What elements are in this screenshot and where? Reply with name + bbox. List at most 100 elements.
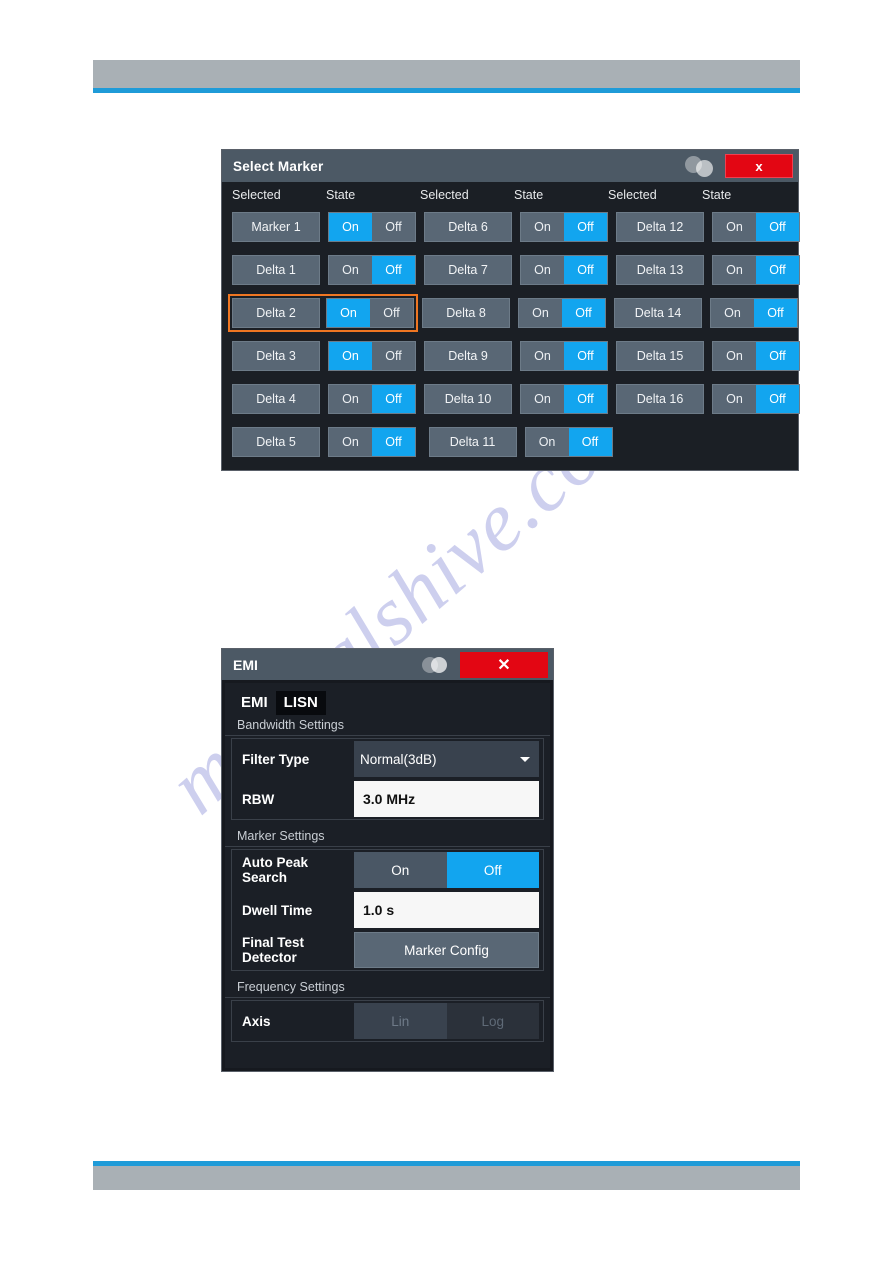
marker-select-button[interactable]: Delta 9 bbox=[424, 341, 512, 371]
close-button[interactable]: x bbox=[725, 154, 793, 178]
settings-row-label: RBW bbox=[242, 791, 275, 807]
marker-state-off-button[interactable]: Off bbox=[756, 213, 799, 241]
marker-state-on-button[interactable]: On bbox=[327, 299, 370, 327]
marker-select-button[interactable]: Delta 14 bbox=[614, 298, 702, 328]
marker-cell-group: Delta 16 On Off bbox=[612, 380, 804, 418]
value-input[interactable]: 1.0 s bbox=[354, 892, 539, 928]
marker-state-on-button[interactable]: On bbox=[329, 342, 372, 370]
marker-rows: Marker 1 On Off Delta 6 On Off Delta 12 On Off De… bbox=[228, 208, 800, 461]
marker-state-on-button[interactable]: On bbox=[521, 256, 564, 284]
settings-row-field: 1.0 s bbox=[354, 892, 539, 928]
marker-state-on-button[interactable]: On bbox=[329, 213, 372, 241]
marker-row: Delta 4 On Off Delta 10 On Off Delta 16 On Off bbox=[228, 380, 800, 418]
marker-state-off-button[interactable]: Off bbox=[370, 299, 413, 327]
section-label: Frequency Settings bbox=[225, 977, 550, 998]
marker-cell-group: Delta 13 On Off bbox=[612, 251, 804, 289]
marker-select-button[interactable]: Delta 8 bbox=[422, 298, 510, 328]
overlapping-circles-icon[interactable] bbox=[685, 155, 719, 177]
settings-row: Axis Lin Log bbox=[232, 1001, 543, 1041]
marker-state-off-button[interactable]: Off bbox=[754, 299, 797, 327]
marker-state-off-button[interactable]: Off bbox=[372, 213, 415, 241]
marker-select-button[interactable]: Marker 1 bbox=[232, 212, 320, 242]
marker-select-button[interactable]: Delta 2 bbox=[232, 298, 320, 328]
marker-select-button[interactable]: Delta 6 bbox=[424, 212, 512, 242]
marker-state-off-button[interactable]: Off bbox=[562, 299, 605, 327]
marker-state-off-button[interactable]: Off bbox=[372, 256, 415, 284]
emi-close-button[interactable]: ✕ bbox=[460, 651, 548, 678]
marker-select-button[interactable]: Delta 16 bbox=[616, 384, 704, 414]
marker-cell-group: Delta 8 On Off bbox=[418, 294, 610, 332]
select-marker-dialog: Select Marker x Selected State Selected … bbox=[221, 149, 800, 471]
marker-select-button[interactable]: Delta 7 bbox=[424, 255, 512, 285]
marker-state-toggle: On Off bbox=[520, 384, 608, 414]
settings-row-label: Axis bbox=[242, 1013, 271, 1029]
marker-state-toggle: On Off bbox=[326, 298, 414, 328]
marker-state-on-button[interactable]: On bbox=[713, 256, 756, 284]
column-headers: Selected State Selected State Selected S… bbox=[228, 182, 792, 208]
toggle-button-on[interactable]: On bbox=[354, 852, 447, 888]
marker-state-off-button[interactable]: Off bbox=[756, 342, 799, 370]
marker-state-on-button[interactable]: On bbox=[521, 342, 564, 370]
select-marker-titlebar: Select Marker x bbox=[222, 150, 798, 182]
marker-config-button[interactable]: Marker Config bbox=[354, 932, 539, 968]
marker-state-on-button[interactable]: On bbox=[521, 385, 564, 413]
marker-cell-group: Delta 9 On Off bbox=[420, 337, 612, 375]
marker-cell-group: Delta 4 On Off bbox=[228, 380, 420, 418]
toggle-button-log: Log bbox=[481, 1013, 505, 1029]
tab-emi[interactable]: EMI bbox=[233, 691, 276, 715]
value-input[interactable]: 3.0 MHz bbox=[354, 781, 539, 817]
marker-select-button[interactable]: Delta 11 bbox=[428, 427, 517, 457]
marker-state-on-button[interactable]: On bbox=[329, 385, 372, 413]
header-state-3: State bbox=[702, 188, 732, 202]
filter-type-dropdown[interactable]: Normal(3dB) bbox=[354, 741, 539, 777]
marker-state-on-button[interactable]: On bbox=[711, 299, 754, 327]
marker-row: Delta 3 On Off Delta 9 On Off Delta 15 On Off bbox=[228, 337, 800, 375]
marker-state-off-button[interactable]: Off bbox=[564, 213, 607, 241]
marker-select-button[interactable]: Delta 10 bbox=[424, 384, 512, 414]
marker-state-on-button[interactable]: On bbox=[713, 342, 756, 370]
marker-state-toggle: On Off bbox=[712, 255, 800, 285]
marker-select-button[interactable]: Delta 15 bbox=[616, 341, 704, 371]
marker-select-button[interactable]: Delta 13 bbox=[616, 255, 704, 285]
marker-state-off-button[interactable]: Off bbox=[564, 342, 607, 370]
section-panel: Axis Lin Log bbox=[231, 1000, 544, 1042]
marker-state-toggle: On Off bbox=[520, 212, 608, 242]
page-footer-bar bbox=[93, 1166, 800, 1190]
marker-state-on-button[interactable]: On bbox=[521, 213, 564, 241]
marker-select-button[interactable]: Delta 3 bbox=[232, 341, 320, 371]
emi-title: EMI bbox=[233, 656, 258, 673]
marker-state-on-button[interactable]: On bbox=[713, 213, 756, 241]
overlapping-circles-icon[interactable] bbox=[422, 654, 454, 676]
marker-state-on-button[interactable]: On bbox=[713, 385, 756, 413]
settings-row: Dwell Time 1.0 s bbox=[232, 890, 543, 930]
marker-state-on-button[interactable]: On bbox=[519, 299, 562, 327]
marker-select-button[interactable]: Delta 5 bbox=[232, 427, 320, 457]
marker-state-on-button[interactable]: On bbox=[329, 428, 372, 456]
marker-state-off-button[interactable]: Off bbox=[372, 385, 415, 413]
marker-select-button[interactable]: Delta 4 bbox=[232, 384, 320, 414]
settings-row-field: Normal(3dB) bbox=[354, 741, 539, 777]
marker-state-off-button[interactable]: Off bbox=[372, 342, 415, 370]
section-label: Marker Settings bbox=[225, 826, 550, 847]
marker-state-toggle: On Off bbox=[518, 298, 606, 328]
marker-state-on-button[interactable]: On bbox=[526, 428, 569, 456]
toggle-button-lin: Lin bbox=[354, 1003, 447, 1039]
tab-lisn[interactable]: LISN bbox=[275, 691, 326, 715]
marker-state-on-button[interactable]: On bbox=[329, 256, 372, 284]
marker-state-toggle: On Off bbox=[712, 384, 800, 414]
marker-cell-group: Marker 1 On Off bbox=[228, 208, 420, 246]
settings-row: Filter Type Normal(3dB) bbox=[232, 739, 543, 779]
settings-row: RBW 3.0 MHz bbox=[232, 779, 543, 819]
marker-state-off-button[interactable]: Off bbox=[372, 428, 415, 456]
marker-state-off-button[interactable]: Off bbox=[568, 428, 612, 456]
marker-state-off-button[interactable]: Off bbox=[564, 256, 607, 284]
marker-select-button[interactable]: Delta 12 bbox=[616, 212, 704, 242]
marker-state-off-button[interactable]: Off bbox=[756, 385, 799, 413]
header-selected-3: Selected bbox=[608, 188, 657, 202]
marker-state-off-button[interactable]: Off bbox=[564, 385, 607, 413]
marker-state-off-button[interactable]: Off bbox=[756, 256, 799, 284]
emi-sections: Bandwidth Settings Filter Type Normal(3dB)… bbox=[225, 715, 550, 1042]
marker-select-button[interactable]: Delta 1 bbox=[232, 255, 320, 285]
toggle-button-off[interactable]: Off bbox=[446, 852, 539, 888]
settings-row-field: On Off bbox=[354, 852, 539, 888]
